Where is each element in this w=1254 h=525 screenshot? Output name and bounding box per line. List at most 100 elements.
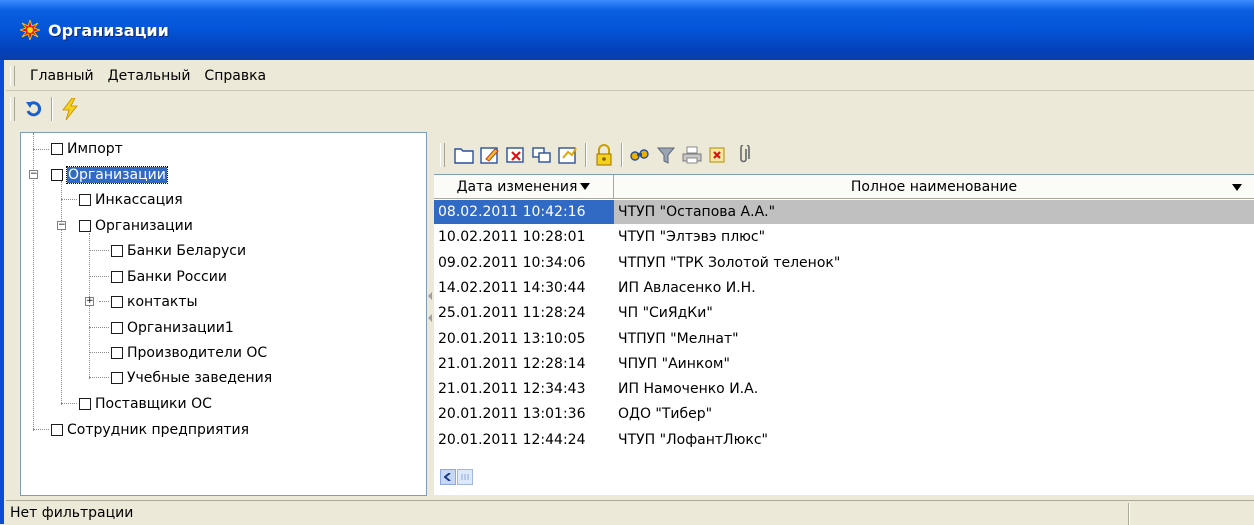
tree-node-organizations1[interactable]: Организации1 bbox=[111, 317, 234, 339]
table-row[interactable]: 20.01.2011 12:44:24 ЧТУП "ЛофантЛюкс" bbox=[434, 428, 1254, 452]
folder-tree[interactable]: − − + Импорт Организации Инкассация Орга… bbox=[20, 132, 427, 496]
tree-checkbox[interactable] bbox=[51, 143, 63, 155]
tree-connector bbox=[61, 181, 62, 405]
menu-help[interactable]: Справка bbox=[197, 68, 273, 84]
menu-detail[interactable]: Детальный bbox=[101, 68, 198, 84]
table-row[interactable]: 21.01.2011 12:28:14 ЧПУП "Аинком" bbox=[434, 352, 1254, 376]
toolbar-grip[interactable] bbox=[440, 143, 445, 167]
column-header-name[interactable]: Полное наименование bbox=[614, 175, 1254, 199]
lock-button[interactable] bbox=[591, 142, 617, 168]
cell-date[interactable]: 21.01.2011 12:34:43 bbox=[434, 377, 614, 401]
table-row[interactable]: 14.02.2011 14:30:44 ИП Авласенко И.Н. bbox=[434, 276, 1254, 300]
table-row[interactable]: 21.01.2011 12:34:43 ИП Намоченко И.А. bbox=[434, 377, 1254, 401]
print-icon bbox=[682, 146, 702, 164]
tree-node-label: Банки России bbox=[127, 269, 227, 285]
tree-checkbox[interactable] bbox=[111, 372, 123, 384]
cell-name[interactable]: ИП Намоченко И.А. bbox=[614, 377, 1254, 401]
splitter-arrow-icon bbox=[428, 292, 432, 322]
table-row[interactable]: 08.02.2011 10:42:16 ЧТУП "Остапова А.А." bbox=[434, 200, 1254, 224]
menu-grip[interactable] bbox=[10, 66, 15, 86]
table-row[interactable]: 25.01.2011 11:28:24 ЧП "СиЯдКи" bbox=[434, 301, 1254, 325]
tree-node-collection[interactable]: Инкассация bbox=[79, 189, 183, 211]
lightning-button[interactable] bbox=[57, 96, 83, 122]
pane-splitter[interactable] bbox=[427, 132, 433, 494]
table-row[interactable]: 10.02.2011 10:28:01 ЧТУП "Элтэвэ плюс" bbox=[434, 225, 1254, 249]
tree-checkbox[interactable] bbox=[51, 424, 63, 436]
search-button[interactable] bbox=[627, 142, 653, 168]
toolbar-separator bbox=[621, 143, 623, 167]
cell-date[interactable]: 20.01.2011 12:44:24 bbox=[434, 428, 614, 452]
edit-button[interactable] bbox=[477, 142, 503, 168]
tree-node-os-suppliers[interactable]: Поставщики ОС bbox=[79, 393, 212, 415]
cell-name[interactable]: ЧТПУП "ТРК Золотой теленок" bbox=[614, 251, 1254, 275]
tree-node-organizations-root[interactable]: Организации bbox=[51, 164, 168, 186]
main-toolbar bbox=[6, 92, 1254, 126]
menu-main[interactable]: Главный bbox=[23, 68, 101, 84]
cell-date[interactable]: 08.02.2011 10:42:16 bbox=[434, 200, 614, 224]
records-grid[interactable]: Дата изменения Полное наименование 08.02… bbox=[434, 174, 1254, 495]
edit-icon bbox=[480, 147, 499, 164]
filter-button[interactable] bbox=[653, 142, 679, 168]
cell-date[interactable]: 09.02.2011 10:34:06 bbox=[434, 251, 614, 275]
cell-date[interactable]: 20.01.2011 13:10:05 bbox=[434, 327, 614, 351]
new-folder-button[interactable] bbox=[451, 142, 477, 168]
cell-date[interactable]: 21.01.2011 12:28:14 bbox=[434, 352, 614, 376]
tree-node-import[interactable]: Импорт bbox=[51, 138, 123, 160]
cell-date[interactable]: 10.02.2011 10:28:01 bbox=[434, 225, 614, 249]
title-bar[interactable]: Организации bbox=[0, 0, 1254, 60]
tree-checkbox[interactable] bbox=[111, 271, 123, 283]
tree-checkbox[interactable] bbox=[111, 296, 123, 308]
tree-checkbox[interactable] bbox=[111, 322, 123, 334]
table-row[interactable]: 20.01.2011 13:01:36 ОДО "Тибер" bbox=[434, 402, 1254, 426]
refresh-button[interactable] bbox=[21, 96, 47, 122]
cell-name[interactable]: ЧТПУП "Мелнат" bbox=[614, 327, 1254, 351]
cell-name[interactable]: ЧТУП "Остапова А.А." bbox=[614, 200, 1254, 224]
tree-node-organizations[interactable]: Организации bbox=[79, 215, 193, 237]
window-title: Организации bbox=[48, 20, 169, 40]
tree-node-label: Учебные заведения bbox=[127, 370, 273, 386]
cell-name[interactable]: ОДО "Тибер" bbox=[614, 402, 1254, 426]
report-icon bbox=[709, 147, 725, 163]
column-header-date[interactable]: Дата изменения bbox=[434, 175, 614, 199]
tree-node-banks-russia[interactable]: Банки России bbox=[111, 266, 227, 288]
tree-checkbox[interactable] bbox=[51, 169, 63, 181]
tree-checkbox[interactable] bbox=[79, 220, 91, 232]
cell-name[interactable]: ЧПУП "Аинком" bbox=[614, 352, 1254, 376]
tree-checkbox[interactable] bbox=[111, 347, 123, 359]
cell-name[interactable]: ЧТУП "ЛофантЛюкс" bbox=[614, 428, 1254, 452]
table-row[interactable]: 20.01.2011 13:10:05 ЧТПУП "Мелнат" bbox=[434, 327, 1254, 351]
delete-button[interactable] bbox=[503, 142, 529, 168]
tree-node-employee[interactable]: Сотрудник предприятия bbox=[51, 419, 249, 441]
toolbar-grip[interactable] bbox=[10, 97, 15, 121]
cell-date[interactable]: 25.01.2011 11:28:24 bbox=[434, 301, 614, 325]
dropdown-arrow-icon[interactable] bbox=[1232, 184, 1242, 191]
export-button[interactable] bbox=[555, 142, 581, 168]
cell-name[interactable]: ЧТУП "Элтэвэ плюс" bbox=[614, 225, 1254, 249]
tree-checkbox[interactable] bbox=[79, 398, 91, 410]
cell-date[interactable]: 14.02.2011 14:30:44 bbox=[434, 276, 614, 300]
delete-icon bbox=[506, 147, 524, 163]
tree-node-education[interactable]: Учебные заведения bbox=[111, 367, 272, 389]
cell-date[interactable]: 20.01.2011 13:01:36 bbox=[434, 402, 614, 426]
tree-checkbox[interactable] bbox=[111, 245, 123, 257]
copy-button[interactable] bbox=[529, 142, 555, 168]
cell-name[interactable]: ИП Авласенко И.Н. bbox=[614, 276, 1254, 300]
collapse-toggle[interactable]: − bbox=[29, 170, 38, 179]
scroll-left-button[interactable] bbox=[440, 469, 456, 485]
attach-button[interactable] bbox=[731, 142, 757, 168]
expand-toggle[interactable]: + bbox=[85, 297, 94, 306]
table-row[interactable]: 09.02.2011 10:34:06 ЧТПУП "ТРК Золотой те… bbox=[434, 251, 1254, 275]
horizontal-scrollbar[interactable] bbox=[440, 469, 473, 485]
tree-checkbox[interactable] bbox=[79, 194, 91, 206]
grip-icon bbox=[461, 474, 469, 480]
tree-node-contacts[interactable]: контакты bbox=[111, 291, 198, 313]
tree-node-os-manufacturers[interactable]: Производители ОС bbox=[111, 342, 267, 364]
cell-name[interactable]: ЧП "СиЯдКи" bbox=[614, 301, 1254, 325]
tree-node-label: Импорт bbox=[67, 141, 123, 157]
scroll-thumb[interactable] bbox=[457, 469, 473, 485]
report-button[interactable] bbox=[705, 142, 731, 168]
tree-node-banks-belarus[interactable]: Банки Беларуси bbox=[111, 240, 246, 262]
print-button[interactable] bbox=[679, 142, 705, 168]
tree-connector bbox=[33, 429, 49, 430]
collapse-toggle[interactable]: − bbox=[57, 221, 66, 230]
